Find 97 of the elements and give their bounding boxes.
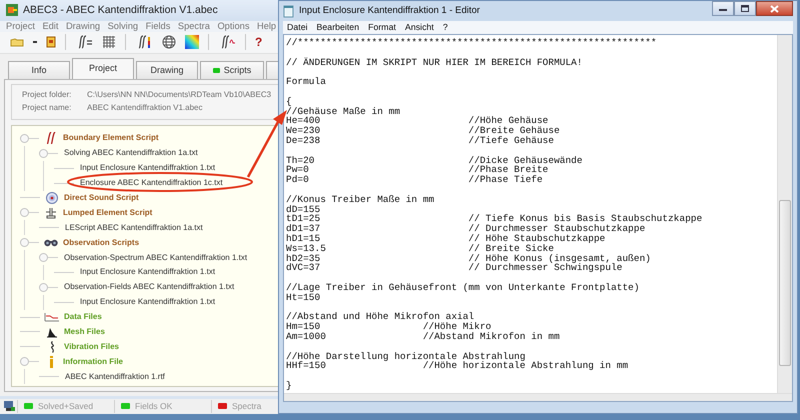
- document-icon[interactable]: [46, 36, 56, 48]
- mesh-sphere-icon[interactable]: [162, 35, 176, 50]
- field-label: Project folder:: [22, 88, 72, 101]
- code-line: dD=155: [286, 204, 322, 214]
- menu-item[interactable]: Help: [256, 20, 276, 32]
- field-value: C:\Users\NN NN\Documents\RDTeam Vb10\ABEC3: [87, 90, 272, 99]
- expand-toggle[interactable]: [39, 148, 48, 158]
- color-map-icon[interactable]: [185, 35, 199, 50]
- close-icon: [770, 4, 779, 12]
- scrollbar-thumb[interactable]: [779, 200, 791, 366]
- code-line: HHf=150 //Höhe horizontale Abstrahlung in mm: [286, 361, 630, 372]
- tree-item[interactable]: Observation-Spectrum ABEC Kantendiffraktion 1.txt: [64, 252, 248, 264]
- window-title: Input Enclosure Kantendiffraktion 1 - Editor: [299, 4, 481, 18]
- code-line: Formula: [286, 77, 327, 87]
- computer-disk-icon: [3, 400, 15, 412]
- menu-item[interactable]: Format: [368, 21, 396, 34]
- expand-toggle[interactable]: [20, 238, 29, 248]
- tree-item[interactable]: Input Enclosure Kantendiffraktion 1.txt: [80, 266, 216, 278]
- tree-item[interactable]: Input Enclosure Kantendiffraktion 1.txt: [80, 296, 216, 308]
- tree-item[interactable]: Input Enclosure Kantendiffraktion 1.txt: [80, 162, 216, 174]
- code-line: Ws=13.5 // Breite Sicke: [286, 244, 554, 254]
- tree-item[interactable]: Enclosure ABEC Kantendiffraktion 1c.txt: [80, 177, 223, 190]
- tree-category[interactable]: Boundary Element Script: [63, 132, 159, 144]
- menu-item[interactable]: Datei: [287, 21, 308, 34]
- expand-toggle[interactable]: [39, 282, 48, 292]
- code-line: //Lage Treiber in Gehäusefront (mm von Unterkante Frontplatte): [286, 282, 640, 293]
- status-text: Solved+Saved: [38, 400, 94, 413]
- code-line: //Höhe Darstellung horizontale Abstrahlung: [286, 352, 526, 362]
- tab[interactable]: Info: [8, 60, 70, 79]
- expand-toggle[interactable]: [39, 253, 48, 262]
- app-icon: [6, 4, 18, 16]
- field-value: ABEC Kantendiffraktion V1.abec: [87, 102, 202, 112]
- code-line: // ÄNDERUNGEN IM SKRIPT NUR HIER IM BEREICH FORMULA!: [286, 58, 584, 68]
- code-line: //Konus Treiber Maße in mm: [286, 194, 436, 205]
- tab[interactable]: Scripts: [200, 60, 264, 79]
- code-line: tD1=25 // Tiefe Konus bis Basis Staubschutzkappe: [286, 214, 704, 224]
- vertical-scrollbar[interactable]: [777, 35, 792, 393]
- notepad-icon: [283, 4, 294, 18]
- code-line: Ht=150: [286, 292, 322, 303]
- field-label: Project name:: [22, 102, 72, 114]
- code-line: He=400 //Höhe Gehäuse: [286, 116, 548, 126]
- tree-category[interactable]: Direct Sound Script: [64, 192, 139, 204]
- menu-item[interactable]: Bearbeiten: [316, 21, 360, 34]
- code-line: //***************************************************************: [286, 38, 658, 48]
- tab[interactable]: Drawing: [136, 60, 198, 79]
- menu-item[interactable]: ?: [442, 21, 448, 34]
- code-line: //Abstand und Höhe Mikrofon axial: [286, 312, 474, 322]
- menu-item[interactable]: Project: [6, 20, 35, 32]
- capacitor-icon: [43, 206, 59, 219]
- maximize-button[interactable]: [734, 1, 756, 16]
- target-icon: [44, 192, 60, 204]
- status-text: Spectra: [232, 400, 262, 413]
- tab[interactable]: Project: [72, 58, 134, 79]
- expand-toggle[interactable]: [20, 357, 29, 366]
- code-line: }: [286, 380, 293, 391]
- tree-item[interactable]: LEScript ABEC Kantendiffraktion 1a.txt: [65, 222, 203, 234]
- menu-item[interactable]: Options: [217, 20, 250, 32]
- folder-icon[interactable]: [10, 36, 24, 48]
- code-line: We=230 //Breite Gehäuse: [286, 126, 561, 136]
- maximize-icon: [741, 5, 749, 12]
- code-line: dD1=37 // Durchmesser Staubschutzkappe: [286, 224, 646, 234]
- code-line: Pd=0 //Phase Tiefe: [286, 175, 544, 185]
- code-line: {: [286, 96, 293, 107]
- tree-item[interactable]: ABEC Kantendiffraktion 1.rtf: [65, 370, 165, 383]
- menu-item[interactable]: Edit: [42, 20, 58, 32]
- menu-item[interactable]: Drawing: [66, 20, 100, 32]
- window-title: ABEC3 - ABEC Kantendiffraktion V1.abec: [23, 2, 218, 18]
- code-line: Hm=150 //Höhe Mikro: [286, 322, 492, 332]
- code-line: Am=1000 //Abstand Mikrofon in mm: [286, 332, 561, 342]
- code-line: De=238 //Tiefe Gehäuse: [286, 136, 555, 146]
- tree-item[interactable]: Solving ABEC Kantendiffraktion 1a.txt: [64, 147, 198, 160]
- code-line: Th=20 //Dicke Gehäusewände: [286, 156, 584, 166]
- mesh-grid-icon[interactable]: [102, 35, 116, 50]
- help-button[interactable]: ?: [255, 35, 262, 50]
- line-graph-icon: [44, 311, 60, 324]
- menu-item[interactable]: Spectra: [178, 20, 210, 32]
- close-button[interactable]: [756, 1, 793, 16]
- minimize-button[interactable]: [712, 1, 734, 16]
- info-icon: [50, 356, 52, 368]
- code-line: Pw=0 //Phase Breite: [286, 165, 550, 176]
- menu-item[interactable]: Solving: [108, 20, 138, 32]
- wave-icon: [48, 340, 56, 353]
- expand-toggle[interactable]: [20, 208, 29, 218]
- tree-item[interactable]: Observation-Fields ABEC Kantendiffraktion 1.txt: [64, 281, 234, 294]
- triangle-fill-icon: [44, 326, 60, 338]
- status-text: Fields OK: [135, 400, 172, 413]
- horizontal-scrollbar[interactable]: [284, 393, 792, 401]
- code-line: dVC=37 // Durchmesser Schwingspule: [286, 263, 622, 274]
- menu-item[interactable]: Ansicht: [404, 21, 434, 34]
- code-line: hD1=15 // Höhe Staubschutzkappe: [286, 234, 606, 244]
- code-line: hD2=35 // Höhe Konus (insgesamt, außen): [286, 254, 652, 264]
- menu-item[interactable]: Fields: [146, 20, 170, 32]
- expand-toggle[interactable]: [20, 134, 29, 143]
- tree-category[interactable]: Observation Scripts: [63, 236, 140, 249]
- code-line: //Gehäuse Maße in mm: [286, 106, 402, 116]
- annotation-arrow: [246, 110, 287, 178]
- tree-category[interactable]: Lumped Element Script: [63, 206, 152, 219]
